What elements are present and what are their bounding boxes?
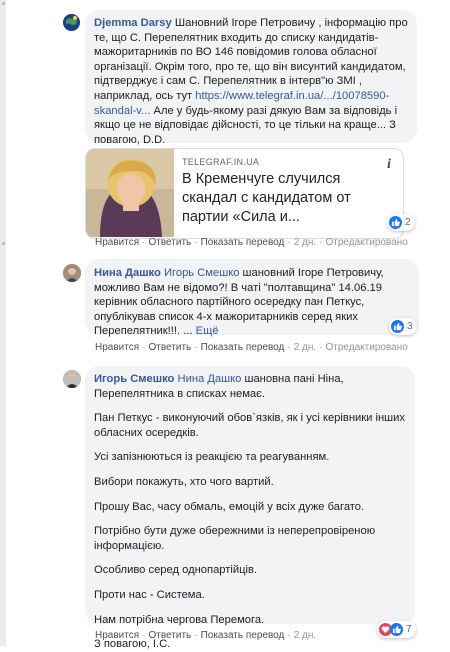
comment-author[interactable]: Игорь Смешко — [94, 373, 174, 385]
edited-label[interactable]: Отредактировано — [326, 237, 408, 248]
comment-paragraph: Вибори покажуть, хто чого вартий. — [94, 475, 274, 488]
comment-actions: Нравится · Ответить · Показать перевод · 2 дн.… — [95, 342, 408, 353]
reaction-count: 7 — [406, 624, 412, 635]
timestamp[interactable]: 2 дн. — [294, 630, 316, 641]
like-reaction-icon — [391, 320, 404, 333]
edited-label[interactable]: Отредактировано — [326, 342, 408, 353]
avatar-person-icon — [63, 264, 81, 282]
info-icon[interactable]: i — [383, 155, 395, 172]
like-button[interactable]: Нравится — [95, 630, 139, 641]
edge-marker — [2, 242, 5, 245]
reaction-summary[interactable]: 2 — [387, 214, 415, 231]
like-reaction-icon — [389, 216, 402, 229]
preview-thumbnail — [86, 149, 174, 237]
comment-author[interactable]: Нина Дашко — [94, 267, 161, 279]
link-preview-card[interactable]: TELEGRAF.IN.UA В Кременчуге случился ска… — [85, 148, 404, 239]
svg-text:i: i — [387, 157, 391, 171]
like-button[interactable]: Нравится — [95, 342, 139, 353]
timestamp[interactable]: 2 дн. — [294, 237, 316, 248]
preview-photo-woman-icon — [86, 149, 174, 237]
comment-paragraph: Прошу Вас, часу обмаль, емоцій у всіх ду… — [94, 500, 365, 513]
reaction-summary[interactable]: 7 — [377, 621, 416, 638]
comment-bubble: Djemma Darsy Шановний Ігоре Петровичу , … — [85, 10, 417, 146]
avatar[interactable] — [63, 264, 81, 282]
reply-button[interactable]: Ответить — [148, 237, 191, 248]
timestamp[interactable]: 2 дн. — [294, 342, 316, 353]
translate-button[interactable]: Показать перевод — [201, 630, 285, 641]
comment-actions: Нравится · Ответить · Показать перевод · 2 дн. — [95, 630, 317, 641]
page-left-edge — [0, 0, 6, 646]
reply-button[interactable]: Ответить — [148, 630, 191, 641]
see-more-link[interactable]: Ещё — [196, 325, 219, 337]
edge-marker — [2, 2, 5, 5]
like-reaction-icon — [390, 623, 403, 636]
comment-mention[interactable]: Игорь Смешко — [164, 267, 239, 279]
comment-paragraph: Проти нас - Система. — [94, 588, 205, 601]
comment-mention[interactable]: Нина Дашко — [178, 373, 242, 385]
reaction-summary[interactable]: 3 — [389, 318, 417, 335]
comment-paragraph: Усі запізнюються із реакцією та реагуван… — [94, 451, 330, 464]
comment-actions: Нравится · Ответить · Показать перевод · 2 дн.… — [95, 237, 408, 248]
preview-title[interactable]: В Кременчуге случился скандал с кандидат… — [182, 170, 383, 227]
comment-paragraph: Нам потрібна чергова Перемога. — [94, 613, 265, 626]
like-button[interactable]: Нравится — [95, 237, 139, 248]
avatar[interactable] — [63, 370, 81, 388]
translate-button[interactable]: Показать перевод — [201, 237, 285, 248]
comment-bubble: Игорь Смешко Нина Дашко шановна пані Нін… — [85, 366, 415, 650]
avatar-earth-icon — [63, 14, 80, 31]
reaction-count: 2 — [405, 217, 411, 228]
reaction-count: 3 — [407, 321, 413, 332]
comment-author[interactable]: Djemma Darsy — [94, 17, 172, 29]
comment-paragraph: Потрібно бути дуже обережними із непереп… — [94, 525, 376, 552]
avatar[interactable] — [63, 14, 80, 31]
preview-text: TELEGRAF.IN.UA В Кременчуге случился ска… — [182, 157, 383, 227]
comment-paragraph: Особливо серед однопартійців. — [94, 564, 258, 577]
comment-paragraph: Пан Петкус - виконуючий обов`язків, як і… — [94, 412, 405, 439]
avatar-person-icon — [63, 370, 81, 388]
translate-button[interactable]: Показать перевод — [201, 342, 285, 353]
comment-bubble: Нина Дашко Игорь Смешко шановний Ігоре П… — [85, 259, 419, 337]
reply-button[interactable]: Ответить — [148, 342, 191, 353]
preview-domain: TELEGRAF.IN.UA — [182, 157, 260, 167]
